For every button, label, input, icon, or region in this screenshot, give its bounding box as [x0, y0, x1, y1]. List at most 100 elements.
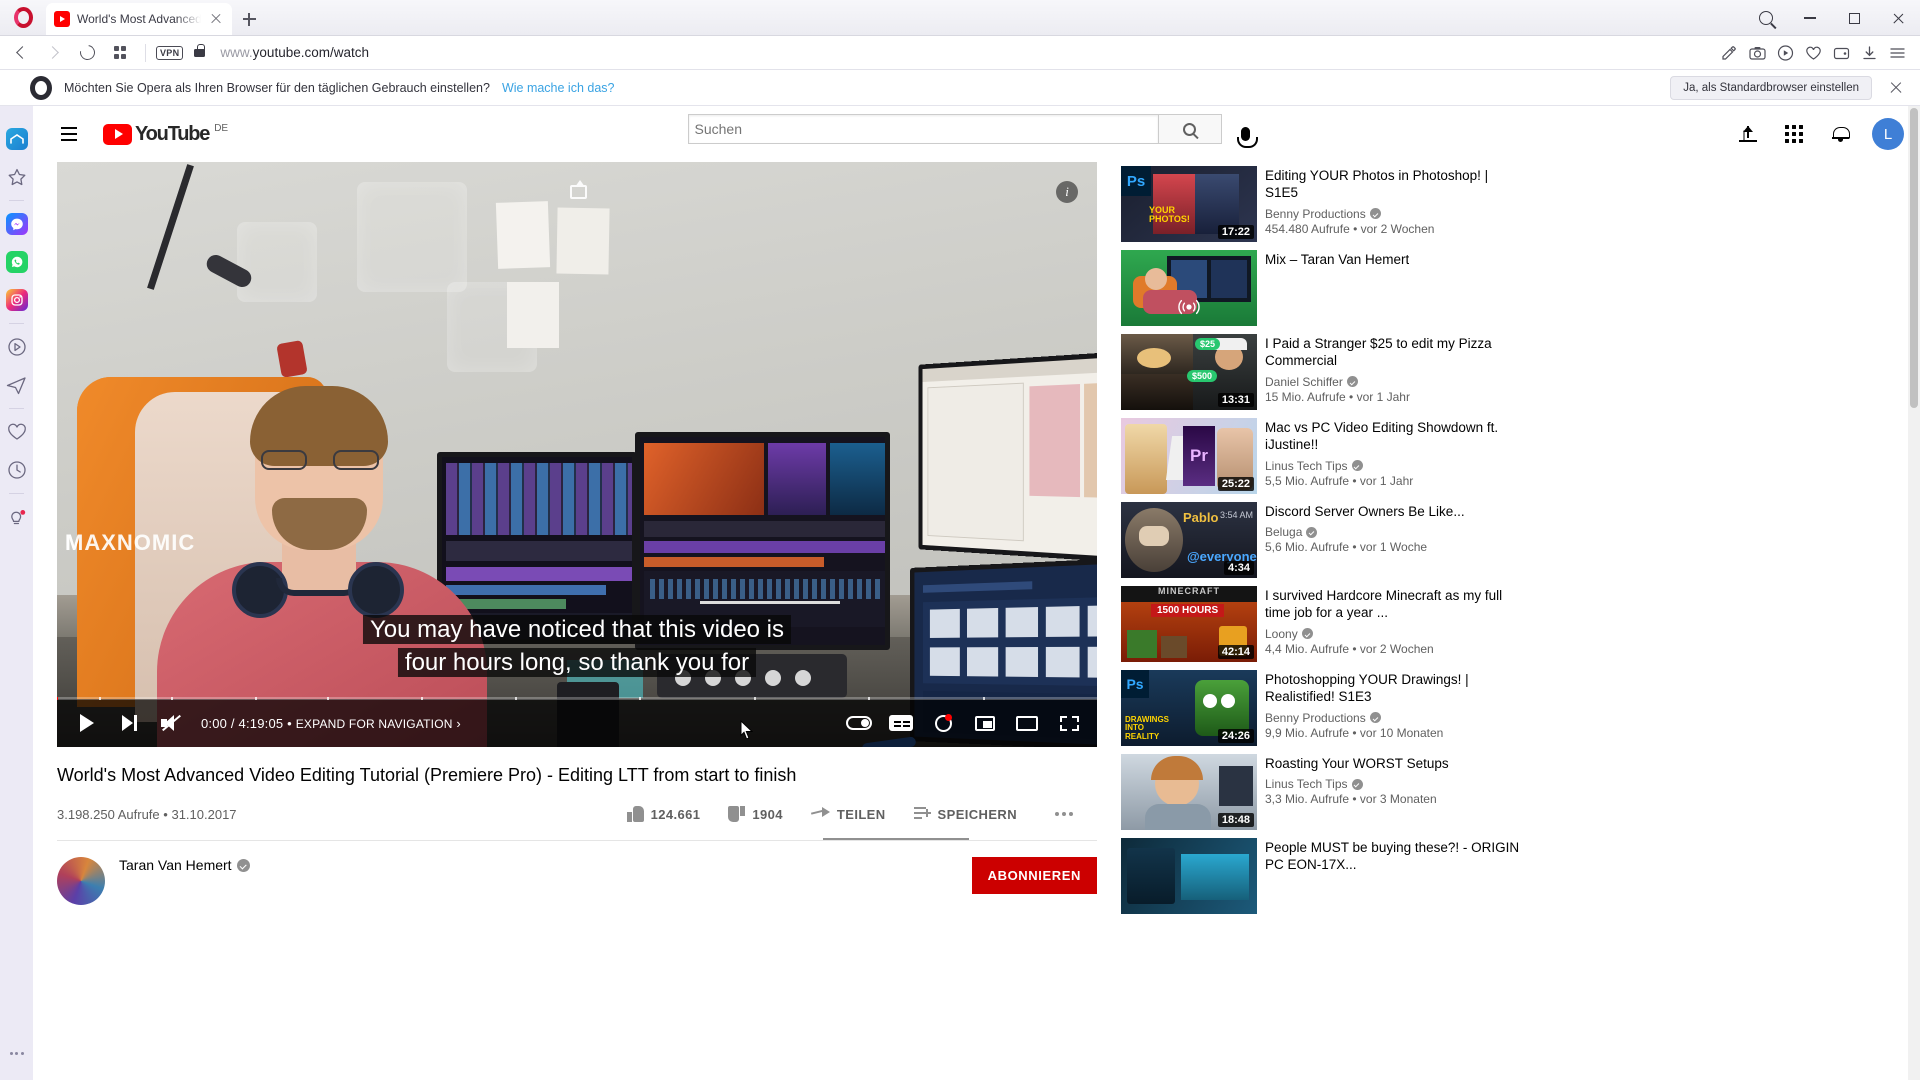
search-input[interactable]	[694, 121, 1152, 137]
edit-icon[interactable]	[1716, 40, 1742, 66]
subscribe-button[interactable]: ABONNIEREN	[971, 857, 1097, 894]
channel-name-row[interactable]: Linus Tech Tips	[1265, 777, 1449, 791]
channel-name-wrap[interactable]: Taran Van Hemert	[119, 857, 250, 873]
sidebar-item-heart[interactable]	[0, 413, 33, 451]
snapshot-camera-icon[interactable]	[1744, 40, 1770, 66]
notifications-button[interactable]	[1820, 114, 1860, 154]
sidebar-item-history[interactable]	[0, 451, 33, 489]
sidebar-item-messenger[interactable]	[0, 205, 33, 243]
close-window-icon[interactable]	[1876, 0, 1920, 36]
sidebar-item-whatsapp[interactable]	[0, 243, 33, 281]
window-search-icon[interactable]	[1744, 0, 1788, 36]
new-tab-button[interactable]	[232, 3, 266, 35]
wallet-icon[interactable]	[1828, 40, 1854, 66]
subtitles-button[interactable]	[881, 699, 921, 747]
list-item[interactable]: Ps DRAWINGS INTO REALITY 24:26 Photoshoppi…	[1121, 670, 1523, 746]
sidebar-more-icon[interactable]	[0, 1038, 33, 1068]
expand-chevron-icon[interactable]: ›	[456, 716, 461, 731]
list-item[interactable]: MINECRAFT 1500 HOURS 42:14 I survived Ha…	[1121, 586, 1523, 662]
dislike-button[interactable]: 1904	[714, 798, 797, 830]
mute-button[interactable]	[151, 699, 191, 747]
notification-close-icon[interactable]	[1884, 76, 1908, 100]
scrollbar-thumb[interactable]	[1910, 108, 1918, 408]
like-button[interactable]: 124.661	[613, 798, 715, 830]
guide-menu-button[interactable]	[49, 114, 89, 154]
download-icon[interactable]	[1856, 40, 1882, 66]
video-thumbnail[interactable]: $25 $500 13:31	[1121, 334, 1257, 410]
heart-icon	[7, 423, 26, 440]
list-item[interactable]: $25 $500 13:31 I Paid a Stranger $25 to …	[1121, 334, 1523, 410]
miniplayer-button[interactable]	[965, 699, 1005, 747]
reload-button[interactable]	[72, 38, 102, 68]
duration: 4:19:05	[238, 715, 284, 731]
video-popout-icon[interactable]	[1772, 40, 1798, 66]
video-thumbnail[interactable]: Ps DRAWINGS INTO REALITY 24:26	[1121, 670, 1257, 746]
list-item[interactable]: Ps YOUR PHOTOS! 17:22 Editing YOUR Photos…	[1121, 166, 1523, 242]
video-share-overlay-button[interactable]	[562, 176, 594, 208]
tab-close-icon[interactable]	[208, 11, 224, 27]
list-item[interactable]: Mix – Taran Van Hemert	[1121, 250, 1523, 326]
play-button[interactable]	[67, 699, 107, 747]
voice-search-button[interactable]	[1226, 114, 1266, 154]
search-input-wrapper[interactable]	[687, 114, 1158, 144]
video-thumbnail[interactable]: MINECRAFT 1500 HOURS 42:14	[1121, 586, 1257, 662]
more-actions-button[interactable]	[1031, 804, 1097, 824]
notification-help-link[interactable]: Wie mache ich das?	[502, 81, 615, 95]
channel-name-row[interactable]: Beluga	[1265, 525, 1465, 539]
channel-avatar[interactable]	[57, 857, 105, 905]
theater-mode-button[interactable]	[1007, 699, 1047, 747]
video-thumbnail[interactable]: Pablo 3:54 AM @everyone 4:34	[1121, 502, 1257, 578]
sidebar-item-telegram[interactable]	[0, 366, 33, 404]
sidebar-item-player[interactable]	[0, 328, 33, 366]
browser-tab[interactable]: World's Most Advanced Vi	[46, 3, 232, 35]
video-thumbnail[interactable]: 18:48	[1121, 754, 1257, 830]
back-button[interactable]	[6, 38, 36, 68]
vpn-badge[interactable]: VPN	[156, 45, 184, 60]
list-item[interactable]: 18:48 Roasting Your WORST Setups Linus T…	[1121, 754, 1523, 830]
channel-name-row[interactable]: Loony	[1265, 627, 1523, 641]
video-player[interactable]: MAXNOMIC i You may have noticed that thi…	[57, 162, 1097, 747]
page-scrollbar[interactable]	[1908, 106, 1920, 1080]
sidebar-item-tips[interactable]	[0, 498, 33, 536]
list-item[interactable]: People MUST be buying these?! - ORIGIN P…	[1121, 838, 1523, 914]
channel-name-row[interactable]: Linus Tech Tips	[1265, 459, 1523, 473]
tab-overview-icon[interactable]	[105, 38, 135, 68]
expand-navigation-label[interactable]: EXPAND FOR NAVIGATION	[296, 717, 453, 731]
maximize-icon[interactable]	[1832, 0, 1876, 36]
opera-menu-icon[interactable]	[1884, 40, 1910, 66]
share-button[interactable]: TEILEN	[797, 799, 900, 830]
video-thumbnail[interactable]: Pr 25:22	[1121, 418, 1257, 494]
minimize-icon[interactable]	[1788, 0, 1832, 36]
video-info-overlay-button[interactable]: i	[1051, 176, 1083, 208]
forward-button[interactable]	[39, 38, 69, 68]
search-button[interactable]	[1157, 114, 1222, 144]
apps-grid-icon	[1785, 125, 1803, 143]
channel-name: Daniel Schiffer	[1265, 374, 1343, 389]
avatar[interactable]: L	[1872, 118, 1904, 150]
url-text[interactable]: www.youtube.com/watch	[220, 45, 369, 60]
youtube-apps-button[interactable]	[1774, 114, 1814, 154]
sidebar-item-workspace[interactable]	[0, 120, 33, 158]
create-video-button[interactable]	[1728, 114, 1768, 154]
next-video-button[interactable]	[109, 699, 149, 747]
video-thumbnail[interactable]	[1121, 250, 1257, 326]
list-item[interactable]: Pablo 3:54 AM @everyone 4:34 Discord Ser…	[1121, 502, 1523, 578]
channel-name-row[interactable]: Benny Productions	[1265, 711, 1523, 725]
fullscreen-icon	[1059, 715, 1079, 731]
heart-icon[interactable]	[1800, 40, 1826, 66]
youtube-logo[interactable]: YouTube DE	[103, 123, 228, 145]
sidebar-item-favorites[interactable]	[0, 158, 33, 196]
video-thumbnail[interactable]: Ps YOUR PHOTOS! 17:22	[1121, 166, 1257, 242]
set-default-browser-button[interactable]: Ja, als Standardbrowser einstellen	[1670, 75, 1872, 100]
sidebar-item-instagram[interactable]	[0, 281, 33, 319]
save-button[interactable]: SPEICHERN	[900, 799, 1031, 830]
channel-name-row[interactable]: Benny Productions	[1265, 207, 1523, 221]
autoplay-toggle[interactable]	[839, 699, 879, 747]
video-thumbnail[interactable]	[1121, 838, 1257, 914]
video-stats: 5,5 Mio. Aufrufe • vor 1 Jahr	[1265, 473, 1414, 488]
header-actions: L	[1728, 114, 1904, 154]
settings-button[interactable]	[923, 699, 963, 747]
list-item[interactable]: Pr 25:22 Mac vs PC Video Editing Showdow…	[1121, 418, 1523, 494]
fullscreen-button[interactable]	[1049, 699, 1089, 747]
channel-name-row[interactable]: Daniel Schiffer	[1265, 375, 1523, 389]
